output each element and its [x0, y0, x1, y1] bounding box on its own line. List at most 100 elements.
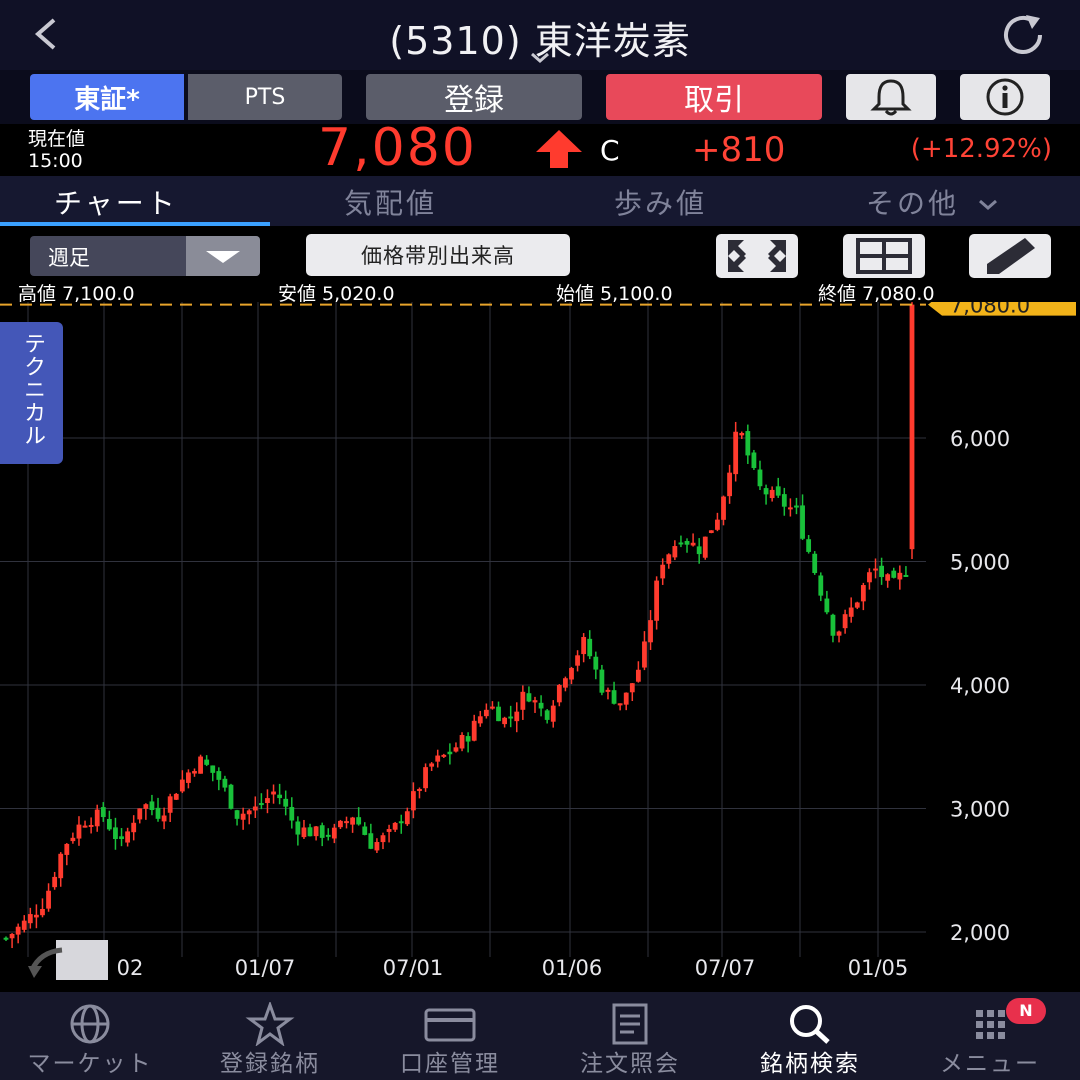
period-select[interactable]: 週足	[30, 236, 260, 276]
candle-body	[301, 827, 307, 838]
candle-body	[897, 572, 903, 580]
candle-body	[246, 810, 252, 815]
drawing-button[interactable]	[969, 234, 1051, 278]
candle-body	[277, 794, 283, 799]
candle-body	[34, 914, 39, 918]
ohlc-bar: 高値 7,100.0 安値 5,020.0 始値 5,100.0 終値 7,08…	[0, 280, 1080, 305]
candle-body	[161, 815, 167, 822]
candle-body	[556, 684, 562, 703]
nav-account[interactable]: 口座管理	[360, 992, 540, 1080]
candle-body	[885, 574, 891, 581]
caret-down-icon	[206, 251, 240, 263]
candle-body	[599, 669, 605, 693]
bell-icon	[870, 79, 912, 116]
candle-body	[423, 767, 428, 789]
candle-body	[891, 570, 897, 578]
nav-menu[interactable]: メニュー	[900, 992, 1080, 1080]
candle-body	[818, 575, 824, 596]
candle-body	[879, 565, 884, 578]
register-button[interactable]: 登録	[366, 74, 582, 120]
candle-body	[356, 817, 362, 825]
candle-body	[508, 716, 514, 719]
nav-market[interactable]: マーケット	[0, 992, 180, 1080]
price-summary: 現在値 15:00 7,080 C +810 (+12.92%)	[0, 118, 1080, 178]
candle-body	[684, 540, 690, 545]
candle-body	[417, 788, 422, 791]
x-tick-label: 01/06	[542, 956, 603, 980]
market-pts-button[interactable]: PTS	[188, 74, 342, 120]
candle-body	[794, 505, 799, 508]
y-tick-label: 6,000	[950, 427, 1010, 451]
candle-body	[429, 763, 435, 767]
candle-body	[380, 835, 386, 843]
candle-body	[198, 756, 203, 774]
candle-body	[283, 798, 289, 807]
candle-body	[441, 754, 447, 757]
info-button[interactable]	[960, 74, 1050, 120]
candle-body	[271, 791, 276, 795]
candle-body	[563, 678, 568, 688]
chevron-down-icon[interactable]	[528, 50, 552, 66]
candle-body	[569, 668, 574, 680]
nav-orders[interactable]: 注文照会	[540, 992, 720, 1080]
price-time: 15:00	[28, 150, 83, 172]
candle-body	[252, 806, 258, 811]
candle-body	[751, 452, 757, 469]
y-tick-label: 2,000	[950, 921, 1010, 945]
tab-tick[interactable]: 歩み値	[614, 182, 707, 222]
candle-body	[88, 824, 94, 827]
candlestick-chart[interactable]: 2,000 3,000 4,000 5,000 6,000 02 01/07 07/01 01/…	[0, 293, 1080, 992]
candle-body	[860, 585, 866, 602]
candle-body	[113, 827, 118, 840]
nav-search[interactable]: 銘柄検索	[720, 992, 900, 1080]
tab-other[interactable]: その他	[866, 182, 999, 222]
volume-profile-button[interactable]: 価格帯別出来高	[306, 234, 570, 276]
candle-body	[386, 829, 392, 832]
current-price: 7,080	[318, 118, 477, 178]
candle-body	[471, 720, 477, 741]
candle-body	[739, 432, 745, 436]
candle-body	[350, 817, 355, 825]
globe-icon	[70, 1004, 110, 1044]
candle-body	[258, 803, 264, 806]
candle-body	[903, 574, 909, 577]
candle-body	[775, 486, 781, 496]
technical-label: テクニカル	[20, 332, 45, 447]
chart-canvas[interactable]: 2,000 3,000 4,000 5,000 6,000 02 01/07 07/01 01/…	[0, 293, 1080, 992]
fullscreen-button[interactable]	[716, 234, 798, 278]
alert-button[interactable]	[846, 74, 936, 120]
trade-button[interactable]: 取引	[606, 74, 822, 120]
candle-body	[848, 607, 854, 617]
nav-orders-label: 注文照会	[580, 1051, 680, 1077]
candle-body	[824, 598, 830, 613]
candle-body	[435, 755, 441, 762]
candle-body	[733, 431, 739, 475]
candle-body	[514, 711, 520, 722]
price-label: 現在値 15:00	[28, 128, 85, 172]
candle-body	[873, 568, 878, 571]
candle-body	[374, 842, 380, 851]
candle-body	[240, 813, 246, 820]
candle-body	[666, 554, 672, 564]
technical-tab[interactable]: テクニカル	[0, 322, 63, 464]
reload-icon[interactable]	[998, 14, 1048, 56]
candle-body	[58, 853, 64, 879]
nav-search-label: 銘柄検索	[760, 1051, 860, 1077]
tab-chart[interactable]: チャート	[54, 182, 178, 222]
candle-body	[216, 771, 222, 780]
layout-button[interactable]	[843, 234, 925, 278]
chart-reset-button[interactable]	[28, 938, 110, 982]
market-tse-button[interactable]: 東証*	[30, 74, 184, 120]
candle-body	[27, 914, 33, 924]
candle-body	[587, 638, 593, 657]
action-bar: 東証* PTS 登録 取引	[0, 70, 1080, 124]
tab-quote[interactable]: 気配値	[344, 182, 437, 222]
candle-body	[642, 641, 647, 668]
candle-body	[909, 304, 915, 550]
candle-body	[295, 821, 301, 835]
current-price-label: 7,080.0	[950, 302, 1030, 318]
document-icon	[612, 1003, 648, 1045]
nav-watchlist[interactable]: 登録銘柄	[180, 992, 360, 1080]
nav-account-label: 口座管理	[400, 1051, 500, 1077]
candle-body	[867, 572, 872, 583]
